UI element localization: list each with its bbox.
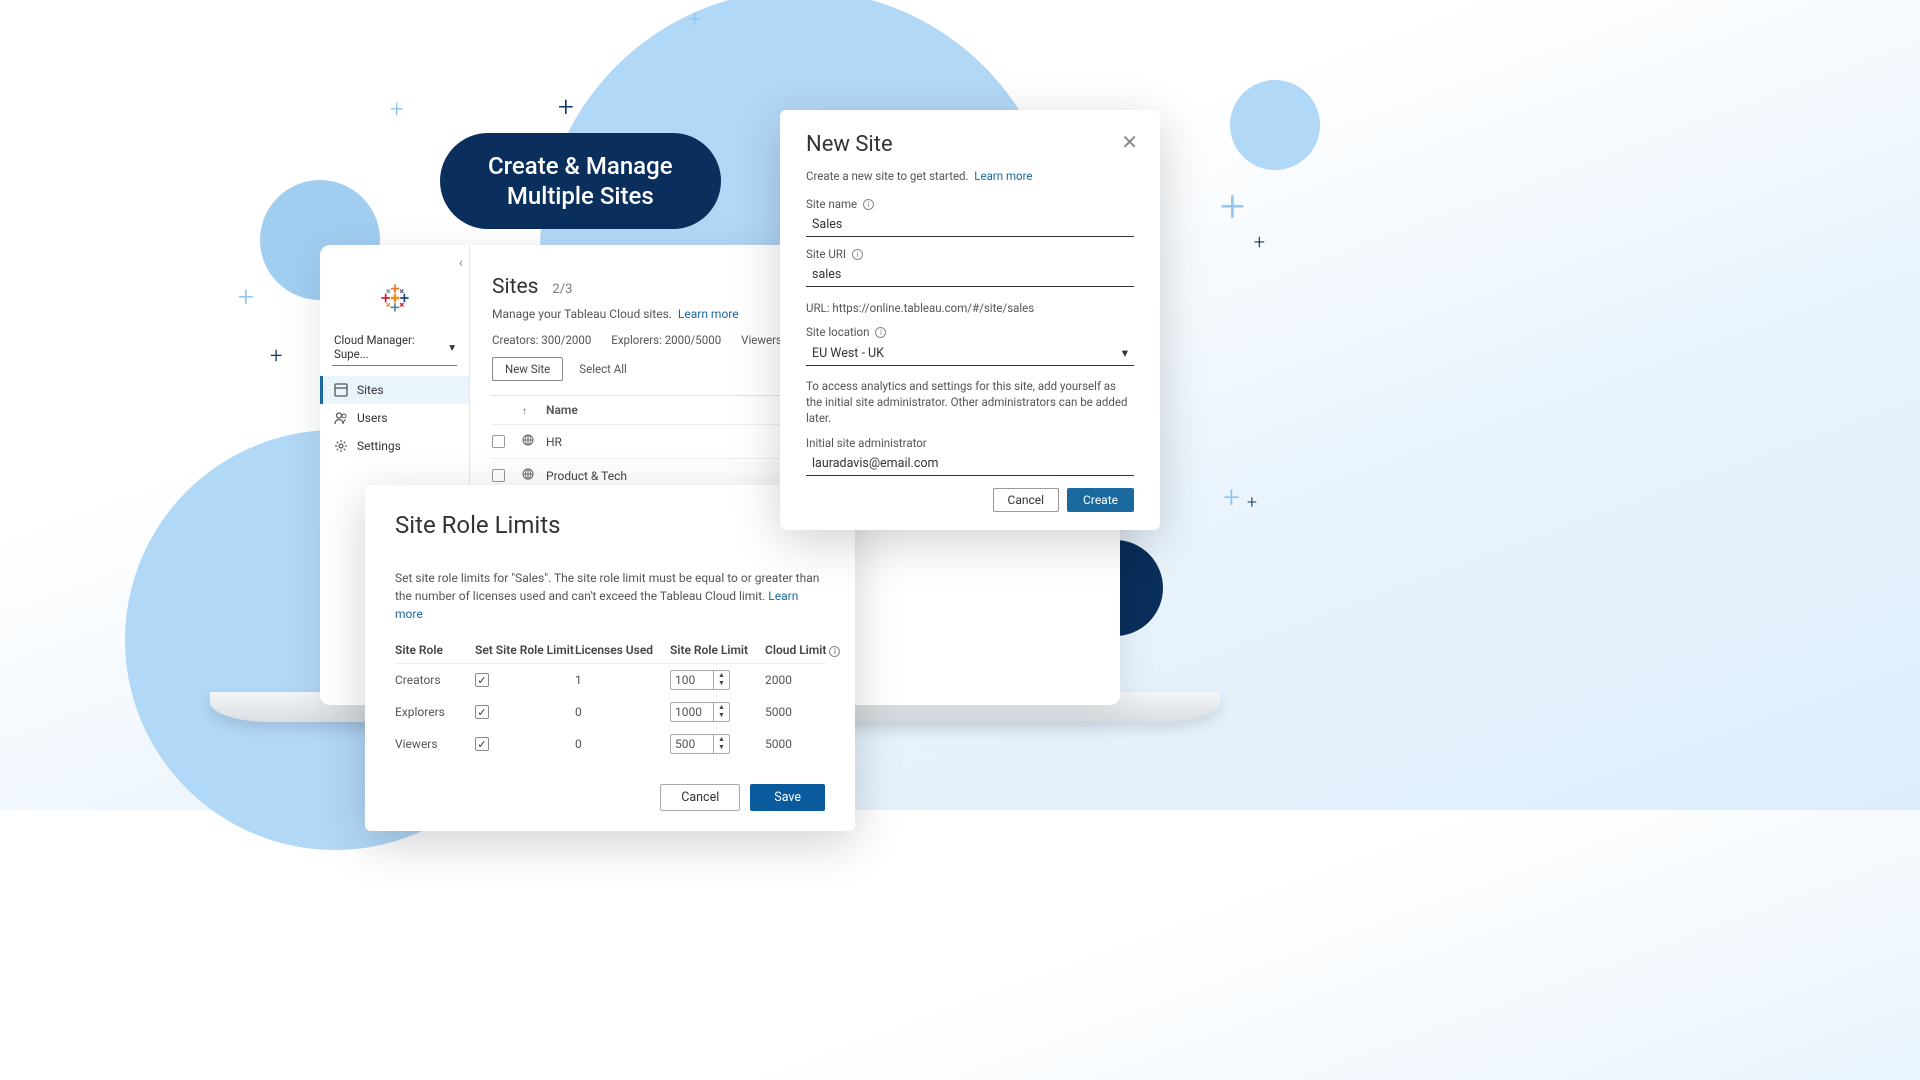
learn-more-link[interactable]: Learn more [974,169,1032,183]
plus-icon: + [390,95,404,123]
site-name-input[interactable] [806,213,1134,237]
table-header: Site Role Set Site Role Limit Licenses U… [395,637,825,664]
limit-spinner[interactable]: 1000▲▼ [670,702,730,722]
site-uri-label: Site URIi [806,247,1134,261]
set-limit-checkbox[interactable]: ✓ [475,705,489,719]
row-checkbox[interactable] [492,469,505,482]
create-button[interactable]: Create [1067,488,1134,512]
limit-spinner[interactable]: 100▲▼ [670,670,730,690]
col-limit: Site Role Limit [670,643,765,657]
cell-cloud: 2000 [765,673,855,687]
set-limit-checkbox[interactable]: ✓ [475,737,489,751]
callout-create-manage: Create & Manage Multiple Sites [440,133,721,229]
close-icon[interactable]: ✕ [1121,130,1138,154]
cell-cloud: 5000 [765,737,855,751]
stat-creators: Creators: 300/2000 [492,333,591,347]
url-preview: URL: https://online.tableau.com/#/site/s… [806,301,1134,315]
spinner-up-icon: ▲ [714,735,729,743]
spinner-up-icon: ▲ [714,703,729,711]
cell-role: Explorers [395,705,475,719]
admin-label: Initial site administrator [806,436,1134,450]
context-dropdown-label: Cloud Manager: Supe... [334,333,449,361]
row-checkbox[interactable] [492,435,505,448]
cell-role: Creators [395,673,475,687]
plus-icon: + [1220,180,1245,232]
cell-used: 0 [575,737,670,751]
gear-icon [334,439,348,453]
info-icon[interactable]: i [863,199,874,210]
sidebar-item-label: Sites [357,383,384,397]
set-limit-checkbox[interactable]: ✓ [475,673,489,687]
save-button[interactable]: Save [750,784,825,811]
table-row: Creators ✓ 1 100▲▼ 2000 [395,664,825,696]
bg-circle [1230,80,1320,170]
admin-note: To access analytics and settings for thi… [806,378,1134,426]
new-site-dialog: New Site ✕ Create a new site to get star… [780,110,1160,530]
cancel-button[interactable]: Cancel [993,488,1060,512]
spinner-down-icon: ▼ [714,711,729,719]
limit-spinner[interactable]: 500▲▼ [670,734,730,754]
chevron-down-icon: ▾ [449,340,455,354]
col-cloud: Cloud Limit i [765,643,855,657]
sidebar-item-settings[interactable]: Settings [320,432,469,460]
chevron-down-icon: ▾ [1122,345,1128,361]
spinner-up-icon: ▲ [714,671,729,679]
info-icon[interactable]: i [875,327,886,338]
col-used: Licenses Used [575,643,670,657]
tableau-logo-icon [378,281,412,315]
page-subtitle: Manage your Tableau Cloud sites. [492,307,672,321]
site-uri-input[interactable] [806,263,1134,287]
site-location-label: Site locationi [806,325,1134,339]
cell-used: 0 [575,705,670,719]
table-row: Viewers ✓ 0 500▲▼ 5000 [395,728,825,760]
cancel-button[interactable]: Cancel [660,784,740,811]
sites-icon [334,383,348,397]
plus-icon: + [1247,492,1257,513]
sidebar-item-users[interactable]: Users [320,404,469,432]
col-role: Site Role [395,643,475,657]
role-limits-dialog: Site Role Limits ✕ Set site role limits … [365,485,855,831]
col-set: Set Site Role Limit [475,643,575,657]
sort-icon[interactable]: ↑ [522,406,527,417]
dialog-desc: Set site role limits for "Sales". The si… [395,569,825,623]
page-count: 2/3 [552,282,572,297]
spinner-down-icon: ▼ [714,679,729,687]
site-location-select[interactable]: EU West - UK ▾ [806,341,1134,366]
plus-icon: + [558,90,574,123]
plus-icon: + [1254,230,1265,254]
dialog-desc: Create a new site to get started. Learn … [806,169,1134,183]
context-dropdown[interactable]: Cloud Manager: Supe... ▾ [332,329,457,366]
info-icon[interactable]: i [852,249,863,260]
sidebar-item-label: Settings [357,439,401,453]
info-icon[interactable]: i [829,646,840,657]
dialog-title: New Site [806,132,1134,157]
learn-more-link[interactable]: Learn more [678,307,739,321]
plus-icon: + [1223,480,1240,515]
admin-email-input[interactable] [806,452,1134,476]
sidebar-collapse-icon[interactable]: ‹ [459,255,463,271]
sidebar-item-sites[interactable]: Sites [320,376,469,404]
site-icon [522,468,546,483]
cell-used: 1 [575,673,670,687]
new-site-button[interactable]: New Site [492,357,563,381]
role-limits-table: Site Role Set Site Role Limit Licenses U… [395,637,825,760]
spinner-down-icon: ▼ [714,743,729,751]
plus-icon: + [270,344,282,369]
plus-icon: + [688,5,702,33]
dialog-title: Site Role Limits [395,511,825,539]
site-icon [522,434,546,449]
sidebar-item-label: Users [357,411,388,425]
cell-cloud: 5000 [765,705,855,719]
select-all-link[interactable]: Select All [579,362,627,376]
users-icon [334,411,348,425]
table-row: Explorers ✓ 0 1000▲▼ 5000 [395,696,825,728]
cell-role: Viewers [395,737,475,751]
stat-explorers: Explorers: 2000/5000 [611,333,721,347]
site-name-label: Site namei [806,197,1134,211]
plus-icon: + [238,280,254,313]
page-title: Sites [492,275,538,299]
